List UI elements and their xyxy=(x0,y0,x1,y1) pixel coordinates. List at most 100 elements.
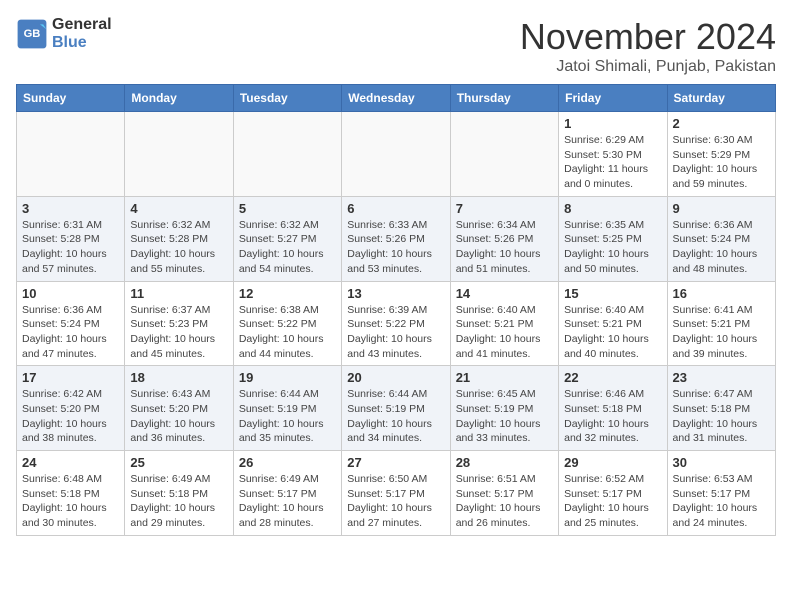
day-info: Sunrise: 6:38 AM Sunset: 5:22 PM Dayligh… xyxy=(239,303,336,362)
calendar-week-4: 17 Sunrise: 6:42 AM Sunset: 5:20 PM Dayli… xyxy=(17,366,776,451)
day-number: 5 xyxy=(239,201,336,216)
day-info: Sunrise: 6:52 AM Sunset: 5:17 PM Dayligh… xyxy=(564,472,661,531)
calendar-cell: 2Sunrise: 6:30 AM Sunset: 5:29 PM Daylig… xyxy=(667,112,775,197)
day-number: 3 xyxy=(22,201,119,216)
col-header-friday: Friday xyxy=(559,85,667,112)
col-header-thursday: Thursday xyxy=(450,85,558,112)
calendar-cell: 9Sunrise: 6:36 AM Sunset: 5:24 PM Daylig… xyxy=(667,196,775,281)
day-info: Sunrise: 6:48 AM Sunset: 5:18 PM Dayligh… xyxy=(22,472,119,531)
calendar-cell: 10 Sunrise: 6:36 AM Sunset: 5:24 PM Dayli… xyxy=(17,281,125,366)
calendar-cell: 4 Sunrise: 6:32 AM Sunset: 5:28 PM Daylig… xyxy=(125,196,233,281)
calendar-cell: 13 Sunrise: 6:39 AM Sunset: 5:22 PM Dayli… xyxy=(342,281,450,366)
col-header-monday: Monday xyxy=(125,85,233,112)
logo-line2: Blue xyxy=(52,34,112,52)
col-header-sunday: Sunday xyxy=(17,85,125,112)
calendar-cell: 26 Sunrise: 6:49 AM Sunset: 5:17 PM Dayli… xyxy=(233,451,341,536)
day-number: 13 xyxy=(347,286,444,301)
calendar-cell: 8 Sunrise: 6:35 AM Sunset: 5:25 PM Daylig… xyxy=(559,196,667,281)
calendar: SundayMondayTuesdayWednesdayThursdayFrid… xyxy=(16,84,776,536)
calendar-cell: 21 Sunrise: 6:45 AM Sunset: 5:19 PM Dayli… xyxy=(450,366,558,451)
calendar-cell: 17 Sunrise: 6:42 AM Sunset: 5:20 PM Dayli… xyxy=(17,366,125,451)
day-info: Sunrise: 6:45 AM Sunset: 5:19 PM Dayligh… xyxy=(456,387,553,446)
day-info: Sunrise: 6:31 AM Sunset: 5:28 PM Dayligh… xyxy=(22,218,119,277)
day-info: Sunrise: 6:49 AM Sunset: 5:17 PM Dayligh… xyxy=(239,472,336,531)
calendar-cell: 23Sunrise: 6:47 AM Sunset: 5:18 PM Dayli… xyxy=(667,366,775,451)
day-number: 24 xyxy=(22,455,119,470)
calendar-week-1: 1 Sunrise: 6:29 AM Sunset: 5:30 PM Daylig… xyxy=(17,112,776,197)
day-number: 17 xyxy=(22,370,119,385)
day-number: 20 xyxy=(347,370,444,385)
day-info: Sunrise: 6:36 AM Sunset: 5:24 PM Dayligh… xyxy=(22,303,119,362)
day-number: 23 xyxy=(673,370,770,385)
calendar-week-3: 10 Sunrise: 6:36 AM Sunset: 5:24 PM Dayli… xyxy=(17,281,776,366)
day-info: Sunrise: 6:53 AM Sunset: 5:17 PM Dayligh… xyxy=(673,472,770,531)
calendar-cell: 22 Sunrise: 6:46 AM Sunset: 5:18 PM Dayli… xyxy=(559,366,667,451)
location-title: Jatoi Shimali, Punjab, Pakistan xyxy=(520,58,776,76)
day-info: Sunrise: 6:50 AM Sunset: 5:17 PM Dayligh… xyxy=(347,472,444,531)
logo-line1: General xyxy=(52,16,112,34)
calendar-cell xyxy=(450,112,558,197)
day-number: 19 xyxy=(239,370,336,385)
day-number: 15 xyxy=(564,286,661,301)
svg-text:GB: GB xyxy=(24,28,41,40)
calendar-cell: 12Sunrise: 6:38 AM Sunset: 5:22 PM Dayli… xyxy=(233,281,341,366)
day-info: Sunrise: 6:44 AM Sunset: 5:19 PM Dayligh… xyxy=(239,387,336,446)
day-info: Sunrise: 6:35 AM Sunset: 5:25 PM Dayligh… xyxy=(564,218,661,277)
col-header-tuesday: Tuesday xyxy=(233,85,341,112)
calendar-cell: 14Sunrise: 6:40 AM Sunset: 5:21 PM Dayli… xyxy=(450,281,558,366)
calendar-cell: 28Sunrise: 6:51 AM Sunset: 5:17 PM Dayli… xyxy=(450,451,558,536)
day-number: 29 xyxy=(564,455,661,470)
day-number: 8 xyxy=(564,201,661,216)
calendar-cell: 18Sunrise: 6:43 AM Sunset: 5:20 PM Dayli… xyxy=(125,366,233,451)
day-number: 10 xyxy=(22,286,119,301)
calendar-cell xyxy=(17,112,125,197)
day-info: Sunrise: 6:32 AM Sunset: 5:28 PM Dayligh… xyxy=(130,218,227,277)
calendar-cell: 24 Sunrise: 6:48 AM Sunset: 5:18 PM Dayli… xyxy=(17,451,125,536)
calendar-body: 1 Sunrise: 6:29 AM Sunset: 5:30 PM Daylig… xyxy=(17,112,776,536)
day-number: 14 xyxy=(456,286,553,301)
calendar-cell: 6Sunrise: 6:33 AM Sunset: 5:26 PM Daylig… xyxy=(342,196,450,281)
calendar-cell: 30Sunrise: 6:53 AM Sunset: 5:17 PM Dayli… xyxy=(667,451,775,536)
day-number: 21 xyxy=(456,370,553,385)
page-header: GB General Blue November 2024 Jatoi Shim… xyxy=(16,16,776,76)
calendar-cell: 3 Sunrise: 6:31 AM Sunset: 5:28 PM Daylig… xyxy=(17,196,125,281)
calendar-week-5: 24 Sunrise: 6:48 AM Sunset: 5:18 PM Dayli… xyxy=(17,451,776,536)
day-number: 27 xyxy=(347,455,444,470)
logo: GB General Blue xyxy=(16,16,112,51)
day-number: 16 xyxy=(673,286,770,301)
calendar-cell: 29 Sunrise: 6:52 AM Sunset: 5:17 PM Dayli… xyxy=(559,451,667,536)
day-info: Sunrise: 6:29 AM Sunset: 5:30 PM Dayligh… xyxy=(564,133,661,192)
col-header-saturday: Saturday xyxy=(667,85,775,112)
day-info: Sunrise: 6:39 AM Sunset: 5:22 PM Dayligh… xyxy=(347,303,444,362)
day-number: 1 xyxy=(564,116,661,131)
calendar-cell: 11Sunrise: 6:37 AM Sunset: 5:23 PM Dayli… xyxy=(125,281,233,366)
day-number: 6 xyxy=(347,201,444,216)
col-header-wednesday: Wednesday xyxy=(342,85,450,112)
calendar-cell: 7 Sunrise: 6:34 AM Sunset: 5:26 PM Daylig… xyxy=(450,196,558,281)
day-info: Sunrise: 6:36 AM Sunset: 5:24 PM Dayligh… xyxy=(673,218,770,277)
calendar-header-row: SundayMondayTuesdayWednesdayThursdayFrid… xyxy=(17,85,776,112)
calendar-cell: 16 Sunrise: 6:41 AM Sunset: 5:21 PM Dayli… xyxy=(667,281,775,366)
day-number: 18 xyxy=(130,370,227,385)
title-section: November 2024 Jatoi Shimali, Punjab, Pak… xyxy=(520,16,776,76)
day-number: 7 xyxy=(456,201,553,216)
day-number: 22 xyxy=(564,370,661,385)
day-number: 26 xyxy=(239,455,336,470)
calendar-cell: 25Sunrise: 6:49 AM Sunset: 5:18 PM Dayli… xyxy=(125,451,233,536)
day-info: Sunrise: 6:49 AM Sunset: 5:18 PM Dayligh… xyxy=(130,472,227,531)
day-number: 4 xyxy=(130,201,227,216)
day-info: Sunrise: 6:51 AM Sunset: 5:17 PM Dayligh… xyxy=(456,472,553,531)
day-info: Sunrise: 6:40 AM Sunset: 5:21 PM Dayligh… xyxy=(564,303,661,362)
calendar-cell: 19 Sunrise: 6:44 AM Sunset: 5:19 PM Dayli… xyxy=(233,366,341,451)
calendar-cell xyxy=(342,112,450,197)
calendar-cell: 20Sunrise: 6:44 AM Sunset: 5:19 PM Dayli… xyxy=(342,366,450,451)
day-number: 2 xyxy=(673,116,770,131)
day-info: Sunrise: 6:41 AM Sunset: 5:21 PM Dayligh… xyxy=(673,303,770,362)
day-info: Sunrise: 6:42 AM Sunset: 5:20 PM Dayligh… xyxy=(22,387,119,446)
day-number: 11 xyxy=(130,286,227,301)
calendar-cell: 1 Sunrise: 6:29 AM Sunset: 5:30 PM Daylig… xyxy=(559,112,667,197)
day-info: Sunrise: 6:46 AM Sunset: 5:18 PM Dayligh… xyxy=(564,387,661,446)
calendar-cell: 15 Sunrise: 6:40 AM Sunset: 5:21 PM Dayli… xyxy=(559,281,667,366)
day-info: Sunrise: 6:34 AM Sunset: 5:26 PM Dayligh… xyxy=(456,218,553,277)
calendar-cell: 5Sunrise: 6:32 AM Sunset: 5:27 PM Daylig… xyxy=(233,196,341,281)
